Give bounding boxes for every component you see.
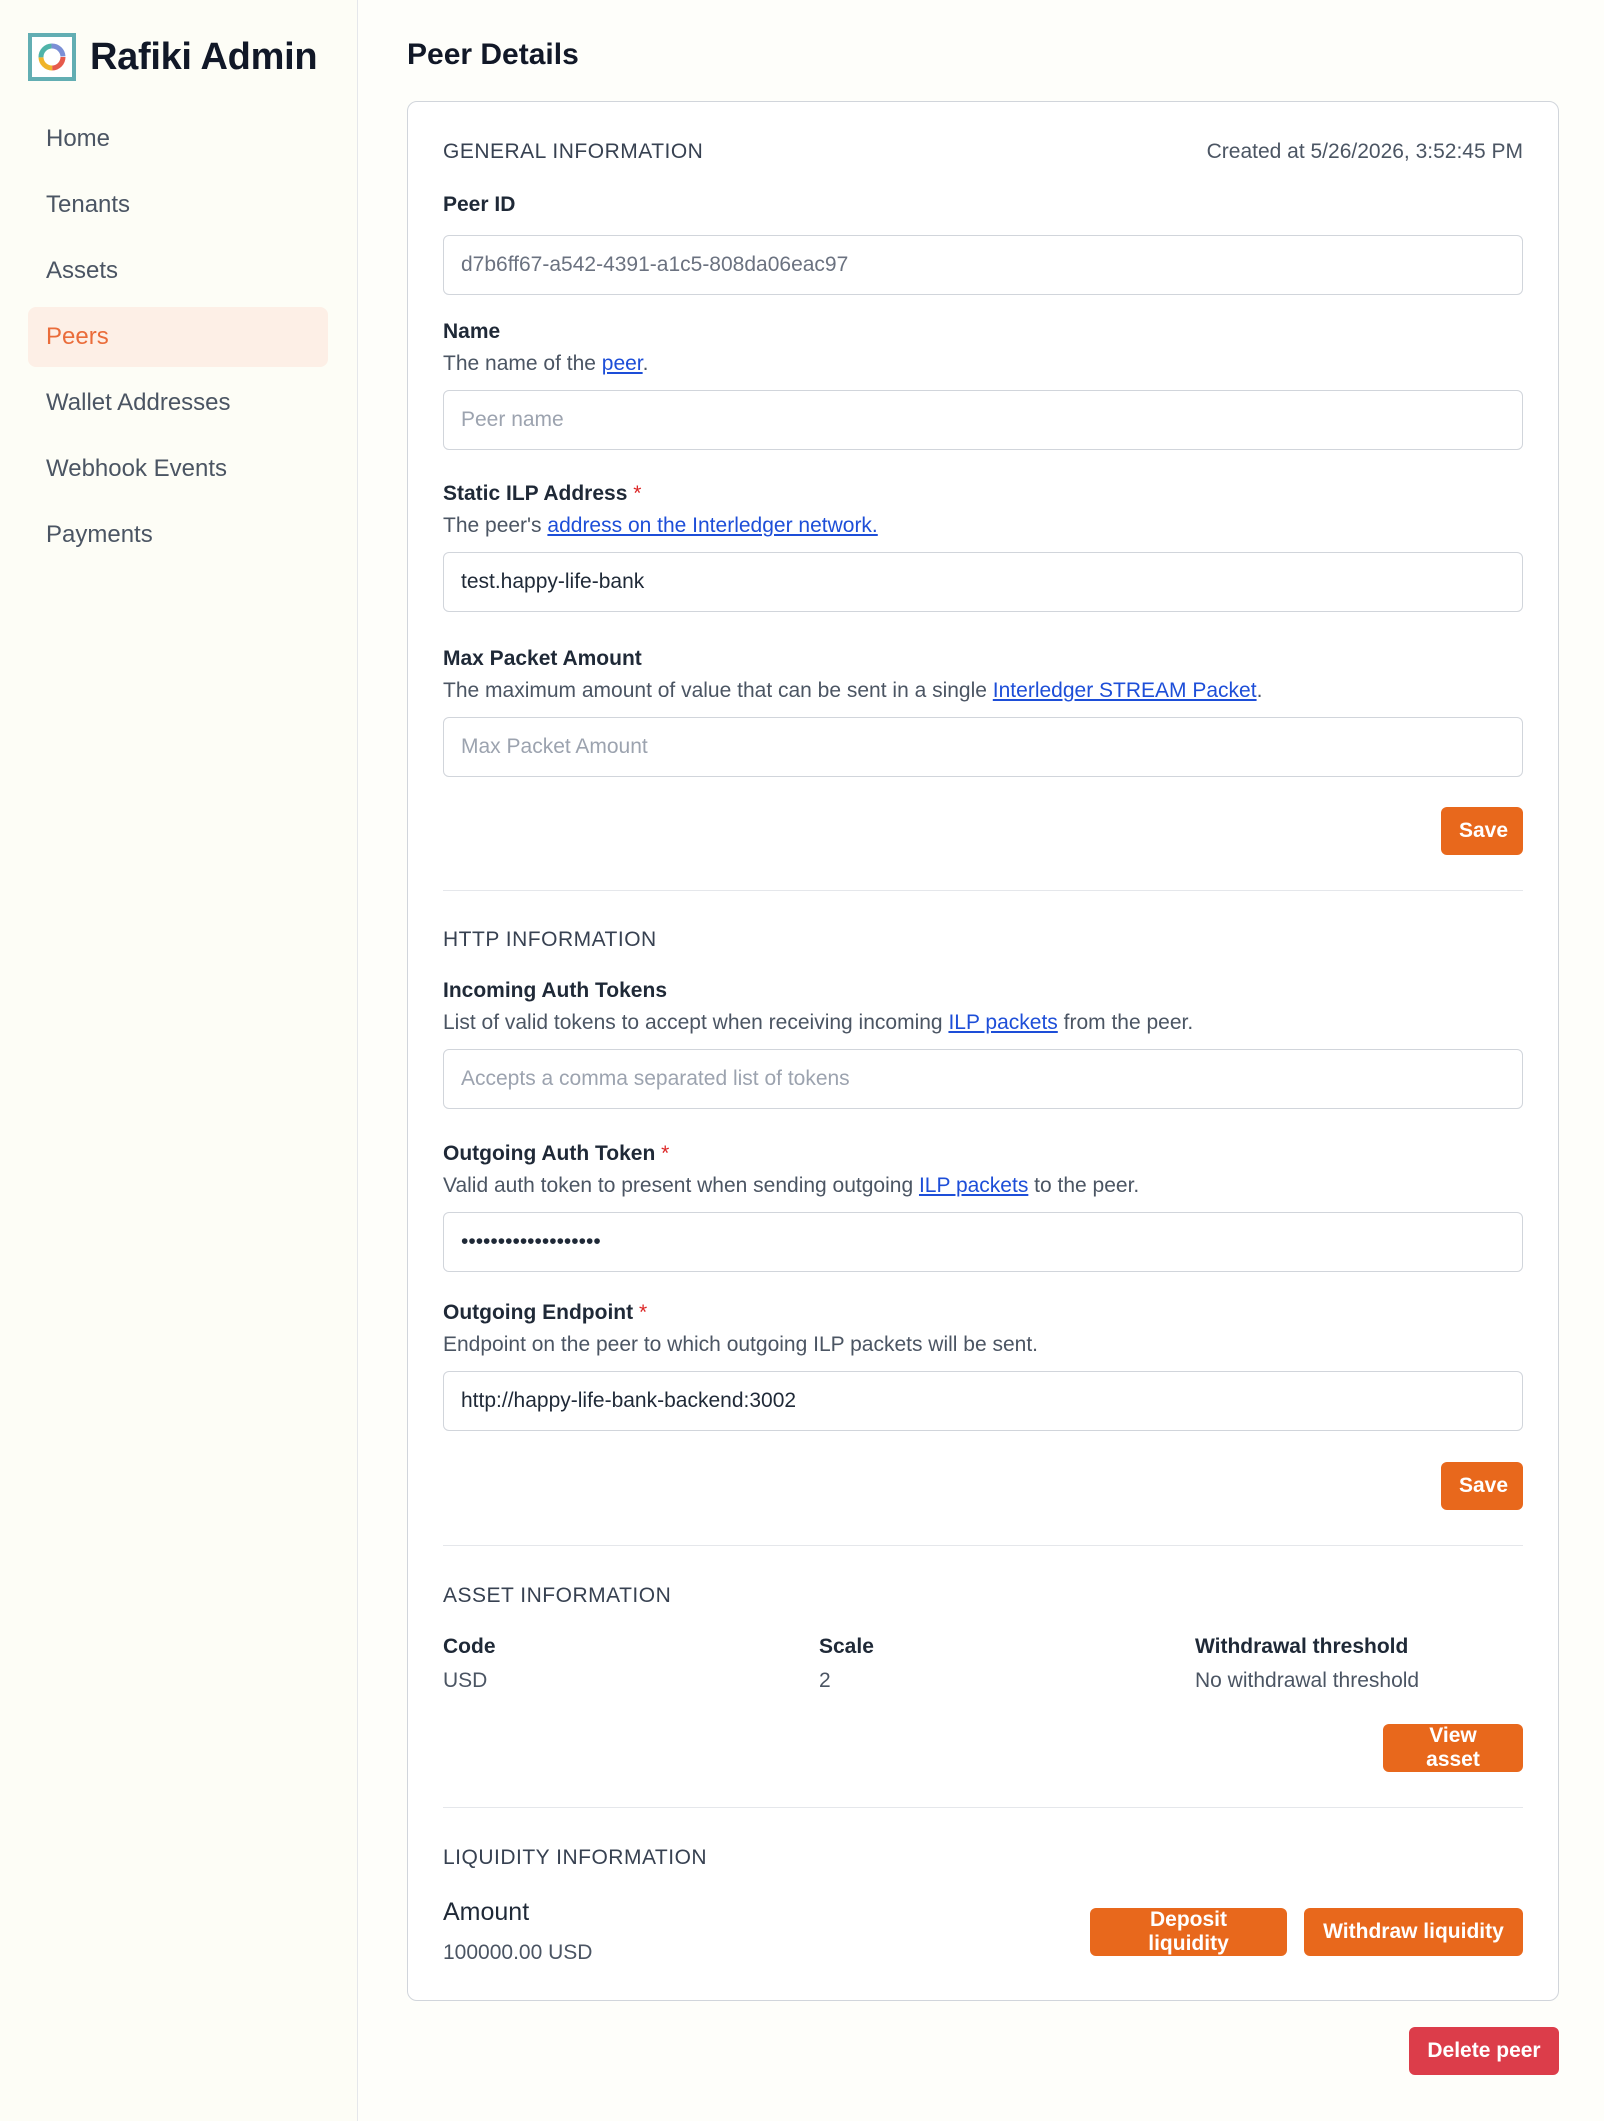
http-information-title: HTTP INFORMATION [443, 928, 657, 951]
view-asset-button[interactable]: View asset [1383, 1724, 1523, 1772]
incoming-help-text: List of valid tokens to accept when rece… [443, 1011, 949, 1034]
divider [443, 890, 1523, 891]
max-packet-input[interactable] [443, 717, 1523, 777]
asset-code: Code USD [443, 1635, 496, 1693]
withdraw-liquidity-button[interactable]: Withdraw liquidity [1304, 1908, 1523, 1956]
peer-id-input [443, 235, 1523, 295]
required-marker: * [638, 1301, 648, 1324]
name-help-text: The name of the [443, 352, 602, 375]
asset-scale-value: 2 [819, 1669, 831, 1692]
incoming-tokens-help: List of valid tokens to accept when rece… [443, 1011, 1523, 1035]
static-ilp-label-text: Static ILP Address [443, 482, 628, 505]
max-packet-field: Max Packet Amount The maximum amount of … [443, 647, 1523, 777]
brand[interactable]: Rafiki Admin [28, 32, 318, 82]
outgoing-token-help: Valid auth token to present when sending… [443, 1174, 1523, 1198]
static-ilp-field: Static ILP Address * The peer's address … [443, 482, 1523, 612]
app-title: Rafiki Admin [90, 35, 318, 78]
divider [443, 1545, 1523, 1546]
peer-id-label: Peer ID [443, 193, 516, 216]
asset-scale-label: Scale [819, 1635, 874, 1658]
outgoing-endpoint-label-text: Outgoing Endpoint [443, 1301, 634, 1324]
save-general-button[interactable]: Save [1441, 807, 1523, 855]
peer-details-card: GENERAL INFORMATION Created at 5/26/2026… [407, 101, 1559, 2001]
save-http-button[interactable]: Save [1441, 1462, 1523, 1510]
outgoing-endpoint-help: Endpoint on the peer to which outgoing I… [443, 1333, 1039, 1356]
created-at: Created at 5/26/2026, 3:52:45 PM [1206, 140, 1523, 163]
general-information-section: GENERAL INFORMATION Created at 5/26/2026… [443, 140, 1523, 200]
sidebar-item-wallet-addresses[interactable]: Wallet Addresses [28, 373, 328, 433]
rafiki-logo-icon [28, 33, 76, 81]
sidebar-item-assets[interactable]: Assets [28, 241, 328, 301]
asset-details: Code USD Scale 2 Withdrawal threshold No… [443, 1635, 1523, 1705]
outgoing-endpoint-label: Outgoing Endpoint * [443, 1301, 1523, 1325]
static-ilp-help: The peer's address on the Interledger ne… [443, 514, 1523, 538]
liquidity-information-title: LIQUIDITY INFORMATION [443, 1846, 708, 1869]
asset-information-title: ASSET INFORMATION [443, 1584, 672, 1607]
static-ilp-input[interactable] [443, 552, 1523, 612]
withdrawal-threshold-value: No withdrawal threshold [1195, 1669, 1420, 1692]
max-packet-help-suffix: . [1256, 679, 1263, 702]
sidebar-item-home[interactable]: Home [28, 109, 328, 169]
required-marker: * [661, 1142, 670, 1165]
max-packet-help: The maximum amount of value that can be … [443, 679, 1523, 703]
sidebar-item-peers[interactable]: Peers [28, 307, 328, 367]
name-help-suffix: . [642, 352, 649, 375]
ilp-packets-link[interactable]: ILP packets [948, 1011, 1057, 1034]
peer-id-field: Peer ID [443, 193, 1523, 295]
max-packet-help-text: The maximum amount of value that can be … [443, 679, 993, 702]
sidebar-item-tenants[interactable]: Tenants [28, 175, 328, 235]
liquidity-information-section: LIQUIDITY INFORMATION [443, 1846, 1523, 1870]
name-field: Name The name of the peer. [443, 320, 1523, 450]
sidebar: Rafiki Admin Home Tenants Assets Peers W… [0, 0, 358, 2121]
name-help: The name of the peer. [443, 352, 1523, 376]
sidebar-nav: Home Tenants Assets Peers Wallet Address… [28, 109, 328, 571]
name-label: Name [443, 320, 501, 343]
incoming-tokens-label: Incoming Auth Tokens [443, 979, 667, 1002]
static-ilp-help-text: The peer's [443, 514, 548, 537]
outgoing-token-label: Outgoing Auth Token * [443, 1142, 1523, 1166]
interledger-network-link[interactable]: address on the Interledger network. [547, 514, 877, 537]
outgoing-endpoint-field: Outgoing Endpoint * Endpoint on the peer… [443, 1301, 1523, 1431]
outgoing-help-text: Valid auth token to present when sending… [443, 1174, 919, 1197]
peer-link[interactable]: peer [602, 352, 643, 375]
outgoing-token-label-text: Outgoing Auth Token [443, 1142, 656, 1165]
peer-name-input[interactable] [443, 390, 1523, 450]
withdrawal-threshold: Withdrawal threshold No withdrawal thres… [1195, 1635, 1419, 1693]
incoming-tokens-field: Incoming Auth Tokens List of valid token… [443, 979, 1523, 1109]
asset-information-section: ASSET INFORMATION [443, 1584, 1523, 1608]
deposit-liquidity-button[interactable]: Deposit liquidity [1090, 1908, 1287, 1956]
divider [443, 1807, 1523, 1808]
sidebar-item-webhook-events[interactable]: Webhook Events [28, 439, 328, 499]
ilp-packets-link[interactable]: ILP packets [919, 1174, 1028, 1197]
sidebar-item-payments[interactable]: Payments [28, 505, 328, 565]
outgoing-endpoint-input[interactable] [443, 1371, 1523, 1431]
page-title: Peer Details [407, 38, 579, 71]
incoming-tokens-input[interactable] [443, 1049, 1523, 1109]
outgoing-help-suffix: to the peer. [1028, 1174, 1140, 1197]
incoming-help-suffix: from the peer. [1057, 1011, 1194, 1034]
delete-peer-button[interactable]: Delete peer [1409, 2027, 1559, 2075]
stream-packet-link[interactable]: Interledger STREAM Packet [993, 679, 1257, 702]
http-information-section: HTTP INFORMATION [443, 928, 1523, 952]
asset-code-value: USD [443, 1669, 488, 1692]
asset-scale: Scale 2 [819, 1635, 874, 1693]
max-packet-label: Max Packet Amount [443, 647, 642, 670]
outgoing-token-input[interactable] [443, 1212, 1523, 1272]
static-ilp-label: Static ILP Address * [443, 482, 1523, 506]
withdrawal-threshold-label: Withdrawal threshold [1195, 1635, 1409, 1658]
outgoing-token-field: Outgoing Auth Token * Valid auth token t… [443, 1142, 1523, 1272]
required-marker: * [633, 482, 642, 505]
asset-code-label: Code [443, 1635, 496, 1658]
